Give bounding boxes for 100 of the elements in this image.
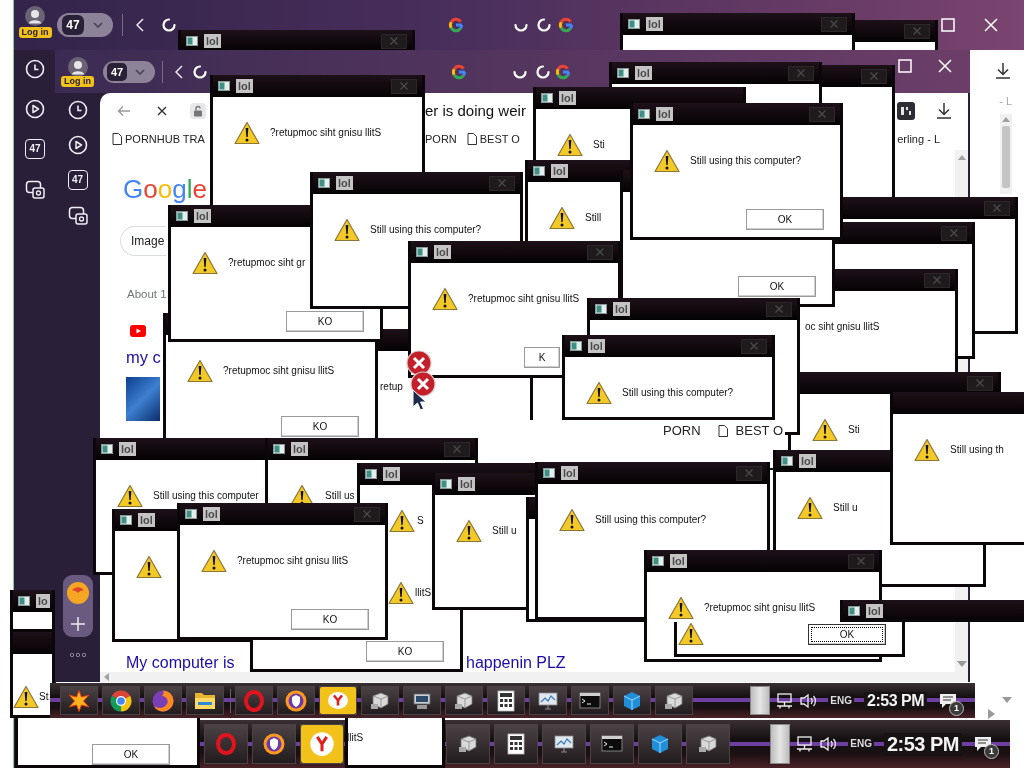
window-title: lol bbox=[203, 507, 220, 521]
taskbar-handle[interactable] bbox=[770, 724, 791, 764]
logo-icon[interactable] bbox=[451, 63, 467, 80]
close-icon[interactable] bbox=[157, 105, 167, 116]
taskbar-button[interactable] bbox=[144, 686, 182, 715]
window-title: lol bbox=[656, 107, 673, 121]
reload-icon[interactable] bbox=[161, 17, 177, 33]
avatar-icon[interactable] bbox=[66, 581, 89, 604]
bookmark-link[interactable]: BEST O bbox=[479, 133, 520, 145]
taskbar-button[interactable] bbox=[446, 724, 490, 764]
network-icon[interactable] bbox=[776, 692, 795, 709]
close-icon bbox=[596, 248, 604, 256]
dialog-button[interactable]: OK bbox=[746, 209, 824, 230]
logo-icon[interactable] bbox=[555, 63, 571, 80]
clock-time[interactable]: 2:53 PM bbox=[864, 691, 927, 710]
taskbar-button[interactable] bbox=[542, 724, 586, 764]
bookmark-link[interactable]: PORNHUB TRA bbox=[125, 133, 205, 145]
dialog-button[interactable]: OK bbox=[92, 744, 170, 765]
app-tile-icon[interactable] bbox=[897, 101, 915, 120]
reload-icon[interactable] bbox=[192, 63, 208, 80]
taskbar-button[interactable] bbox=[590, 724, 634, 764]
logo-icon[interactable] bbox=[448, 17, 464, 33]
tab-count-button[interactable]: 47 bbox=[57, 13, 113, 37]
play-icon[interactable] bbox=[25, 99, 45, 119]
message-icon[interactable] bbox=[939, 692, 957, 709]
back-icon[interactable] bbox=[175, 64, 183, 79]
taskbar-button[interactable] bbox=[638, 724, 682, 764]
close-icon bbox=[870, 72, 878, 80]
network-icon[interactable] bbox=[796, 736, 815, 752]
taskbar-button[interactable] bbox=[403, 686, 441, 715]
avatar-icon bbox=[25, 6, 45, 26]
volume-icon[interactable] bbox=[820, 736, 839, 752]
dialog-button[interactable]: KO bbox=[291, 609, 369, 630]
taskbar-button[interactable] bbox=[319, 686, 357, 715]
count-badge[interactable]: 47 bbox=[25, 139, 45, 159]
taskbar-button[interactable] bbox=[186, 686, 224, 715]
bookmark-link[interactable]: BEST O bbox=[735, 423, 783, 439]
result-link[interactable]: happenin PLZ bbox=[466, 654, 566, 672]
taskbar-button[interactable] bbox=[361, 686, 399, 715]
photo-placeholder bbox=[126, 377, 160, 421]
volume-icon[interactable] bbox=[800, 692, 819, 709]
bookmark-link[interactable]: PORN bbox=[425, 133, 457, 145]
plus-icon[interactable] bbox=[70, 616, 85, 631]
taskbar-button[interactable] bbox=[252, 724, 296, 764]
result-link[interactable]: my c bbox=[126, 347, 161, 367]
taskbar-button[interactable] bbox=[277, 686, 315, 715]
dialog-button[interactable]: KO bbox=[366, 641, 444, 662]
bookmark-link[interactable]: PORN bbox=[663, 423, 701, 439]
chevron-down-icon bbox=[93, 22, 103, 28]
download-icon[interactable] bbox=[936, 102, 952, 119]
lock-icon[interactable] bbox=[190, 102, 206, 119]
taskbar-button[interactable] bbox=[102, 686, 140, 715]
reload-icon[interactable] bbox=[536, 17, 552, 33]
taskbar-button[interactable] bbox=[445, 686, 483, 715]
window-title: lol bbox=[458, 477, 475, 491]
window-icon bbox=[120, 515, 132, 525]
dialog-button[interactable]: OK bbox=[738, 276, 816, 297]
dialog-message: Still us bbox=[325, 489, 355, 503]
taskbar-button[interactable] bbox=[655, 686, 693, 715]
dialog-message: Sti bbox=[848, 423, 860, 437]
play-icon[interactable] bbox=[67, 135, 88, 155]
dialog-message: llitS bbox=[415, 586, 432, 600]
taskbar-button[interactable] bbox=[487, 686, 525, 715]
taskbar-button[interactable] bbox=[686, 724, 730, 764]
dialog-button[interactable]: K bbox=[524, 347, 560, 368]
reload-icon[interactable] bbox=[535, 63, 551, 80]
logo-icon[interactable] bbox=[558, 17, 574, 33]
camera-icon[interactable] bbox=[25, 179, 45, 199]
dialog-button[interactable]: OK bbox=[808, 623, 886, 645]
maximize-icon[interactable] bbox=[941, 18, 955, 32]
window-title: lol bbox=[119, 442, 136, 456]
clock-icon[interactable] bbox=[25, 59, 45, 79]
clock-icon[interactable] bbox=[67, 100, 88, 120]
dialog-button[interactable]: KO bbox=[281, 416, 359, 437]
tab-count-button[interactable]: 47 bbox=[103, 60, 155, 83]
more-icon[interactable] bbox=[69, 653, 86, 657]
bookmark-link[interactable]: erling - L bbox=[897, 133, 940, 145]
taskbar-button[interactable] bbox=[60, 686, 98, 715]
window-icon bbox=[440, 479, 452, 489]
login-badge[interactable]: Log in bbox=[61, 76, 94, 87]
maximize-icon[interactable] bbox=[898, 59, 912, 73]
download-icon[interactable] bbox=[995, 62, 1011, 79]
taskbar-button[interactable] bbox=[494, 724, 538, 764]
scroll-thumb[interactable] bbox=[1002, 126, 1010, 188]
scrollbar[interactable] bbox=[1000, 114, 1012, 194]
clock-time[interactable]: 2:53 PM bbox=[883, 732, 962, 756]
login-badge[interactable]: Log in bbox=[18, 27, 52, 38]
scrollbar[interactable] bbox=[100, 672, 968, 682]
taskbar-button[interactable] bbox=[571, 686, 609, 715]
count-badge[interactable]: 47 bbox=[67, 170, 88, 190]
taskbar-button[interactable] bbox=[300, 724, 344, 764]
taskbar-button[interactable] bbox=[529, 686, 567, 715]
close-icon bbox=[745, 469, 753, 477]
taskbar-button[interactable] bbox=[613, 686, 651, 715]
o-ring-icon bbox=[243, 689, 265, 712]
back-icon[interactable] bbox=[136, 18, 144, 32]
taskbar-handle[interactable] bbox=[750, 686, 771, 715]
dialog-button[interactable]: KO bbox=[286, 311, 364, 332]
camera-icon[interactable] bbox=[67, 205, 88, 225]
window-icon bbox=[218, 81, 230, 91]
